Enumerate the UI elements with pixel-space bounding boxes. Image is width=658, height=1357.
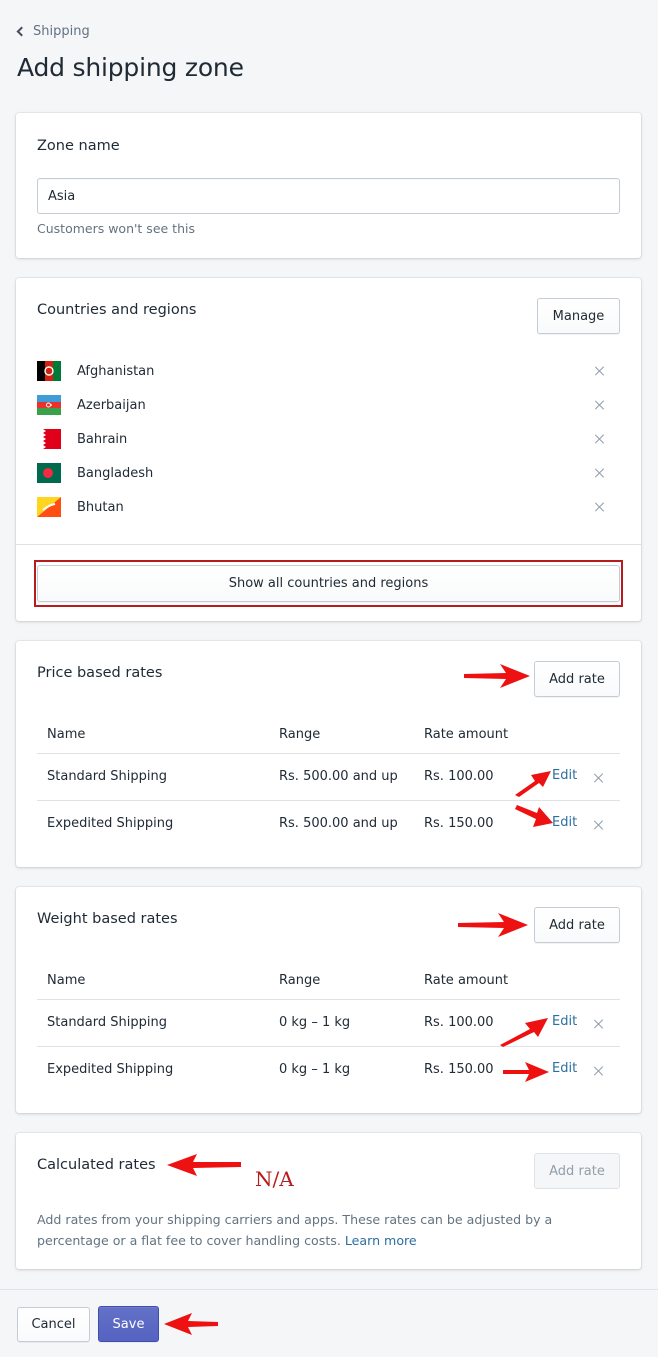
annotation-arrow-diagonal-icon [515,771,551,797]
row-divider [37,999,620,1000]
column-header-range: Range [279,727,321,742]
rate-amount: Rs. 100.00 [424,769,494,784]
column-header-rate-amount: Rate amount [424,727,509,742]
annotation-arrow-diagonal-icon [515,805,553,827]
rate-range: Rs. 500.00 and up [279,769,398,784]
weight-rates-title: Weight based rates [37,911,178,927]
country-name: Bangladesh [77,465,154,481]
annotation-na-text: N/A [255,1167,294,1191]
calculated-rates-card: Calculated rates Add rate Add rates from… [16,1133,641,1269]
rate-range: Rs. 500.00 and up [279,816,398,831]
breadcrumb-back-shipping[interactable]: Shipping [16,24,90,39]
breadcrumb-label: Shipping [33,24,90,39]
rate-name: Standard Shipping [47,1015,167,1030]
page-title: Add shipping zone [17,53,244,82]
rate-amount: Rs. 100.00 [424,1015,494,1030]
zone-name-title: Zone name [37,138,120,154]
calculated-add-rate-button[interactable]: Add rate [534,1153,620,1189]
column-header-name: Name [47,727,86,742]
annotation-arrow-left-icon [167,1154,241,1176]
remove-country-icon[interactable] [594,365,606,377]
flag-azerbaijan-icon [37,395,61,415]
countries-card: Countries and regions Manage Afghanistan… [16,278,641,621]
country-name: Azerbaijan [77,397,146,413]
row-divider [37,800,620,801]
cancel-button[interactable]: Cancel [17,1307,90,1342]
annotation-arrow-right-icon [503,1062,549,1082]
rate-name: Standard Shipping [47,769,167,784]
manage-button[interactable]: Manage [537,298,620,334]
country-name: Afghanistan [77,363,155,379]
annotation-arrow-diagonal-icon [500,1018,548,1047]
flag-bhutan-icon [37,497,61,517]
delete-rate-icon[interactable] [593,1065,605,1077]
edit-rate-link[interactable]: Edit [552,1061,577,1076]
zone-name-help-text: Customers won't see this [37,221,195,236]
calculated-rates-title: Calculated rates [37,1157,156,1173]
column-header-range: Range [279,973,321,988]
delete-rate-icon[interactable] [593,1018,605,1030]
edit-rate-link[interactable]: Edit [552,815,577,830]
country-item: Bangladesh [37,461,620,485]
remove-country-icon[interactable] [594,467,606,479]
price-rates-title: Price based rates [37,665,163,681]
flag-bangladesh-icon [37,463,61,483]
rate-range: 0 kg – 1 kg [279,1062,351,1077]
weight-add-rate-button[interactable]: Add rate [534,907,620,943]
annotation-highlight-box [34,560,623,607]
column-header-name: Name [47,973,86,988]
zone-name-input[interactable] [37,178,620,214]
country-name: Bhutan [77,499,124,515]
zone-name-card: Zone name Customers won't see this [16,113,641,258]
rate-range: 0 kg – 1 kg [279,1015,351,1030]
price-add-rate-button[interactable]: Add rate [534,661,620,697]
remove-country-icon[interactable] [594,501,606,513]
remove-country-icon[interactable] [594,399,606,411]
delete-rate-icon[interactable] [593,819,605,831]
country-item: Afghanistan [37,359,620,383]
save-button[interactable]: Save [98,1306,159,1342]
flag-afghanistan-icon [37,361,61,381]
calculated-rates-description: Add rates from your shipping carriers an… [37,1209,627,1251]
flag-bahrain-icon [37,429,61,449]
country-item: Bhutan [37,495,620,519]
description-text: Add rates from your shipping carriers an… [37,1212,553,1248]
row-divider [37,753,620,754]
learn-more-link[interactable]: Learn more [345,1233,417,1248]
footer-divider [0,1289,658,1290]
edit-rate-link[interactable]: Edit [552,768,577,783]
annotation-arrow-right-icon [464,664,530,688]
rate-amount: Rs. 150.00 [424,1062,494,1077]
chevron-left-icon [16,26,27,37]
country-item: Bahrain [37,427,620,451]
annotation-arrow-left-icon [164,1313,218,1335]
countries-divider [16,544,641,545]
edit-rate-link[interactable]: Edit [552,1014,577,1029]
countries-title: Countries and regions [37,302,197,318]
rate-name: Expedited Shipping [47,816,174,831]
rate-name: Expedited Shipping [47,1062,174,1077]
country-name: Bahrain [77,431,128,447]
delete-rate-icon[interactable] [593,772,605,784]
rate-amount: Rs. 150.00 [424,816,494,831]
column-header-rate-amount: Rate amount [424,973,509,988]
annotation-arrow-right-icon [458,913,528,937]
country-item: Azerbaijan [37,393,620,417]
remove-country-icon[interactable] [594,433,606,445]
price-rates-card: Price based rates Add rate Name Range Ra… [16,641,641,867]
